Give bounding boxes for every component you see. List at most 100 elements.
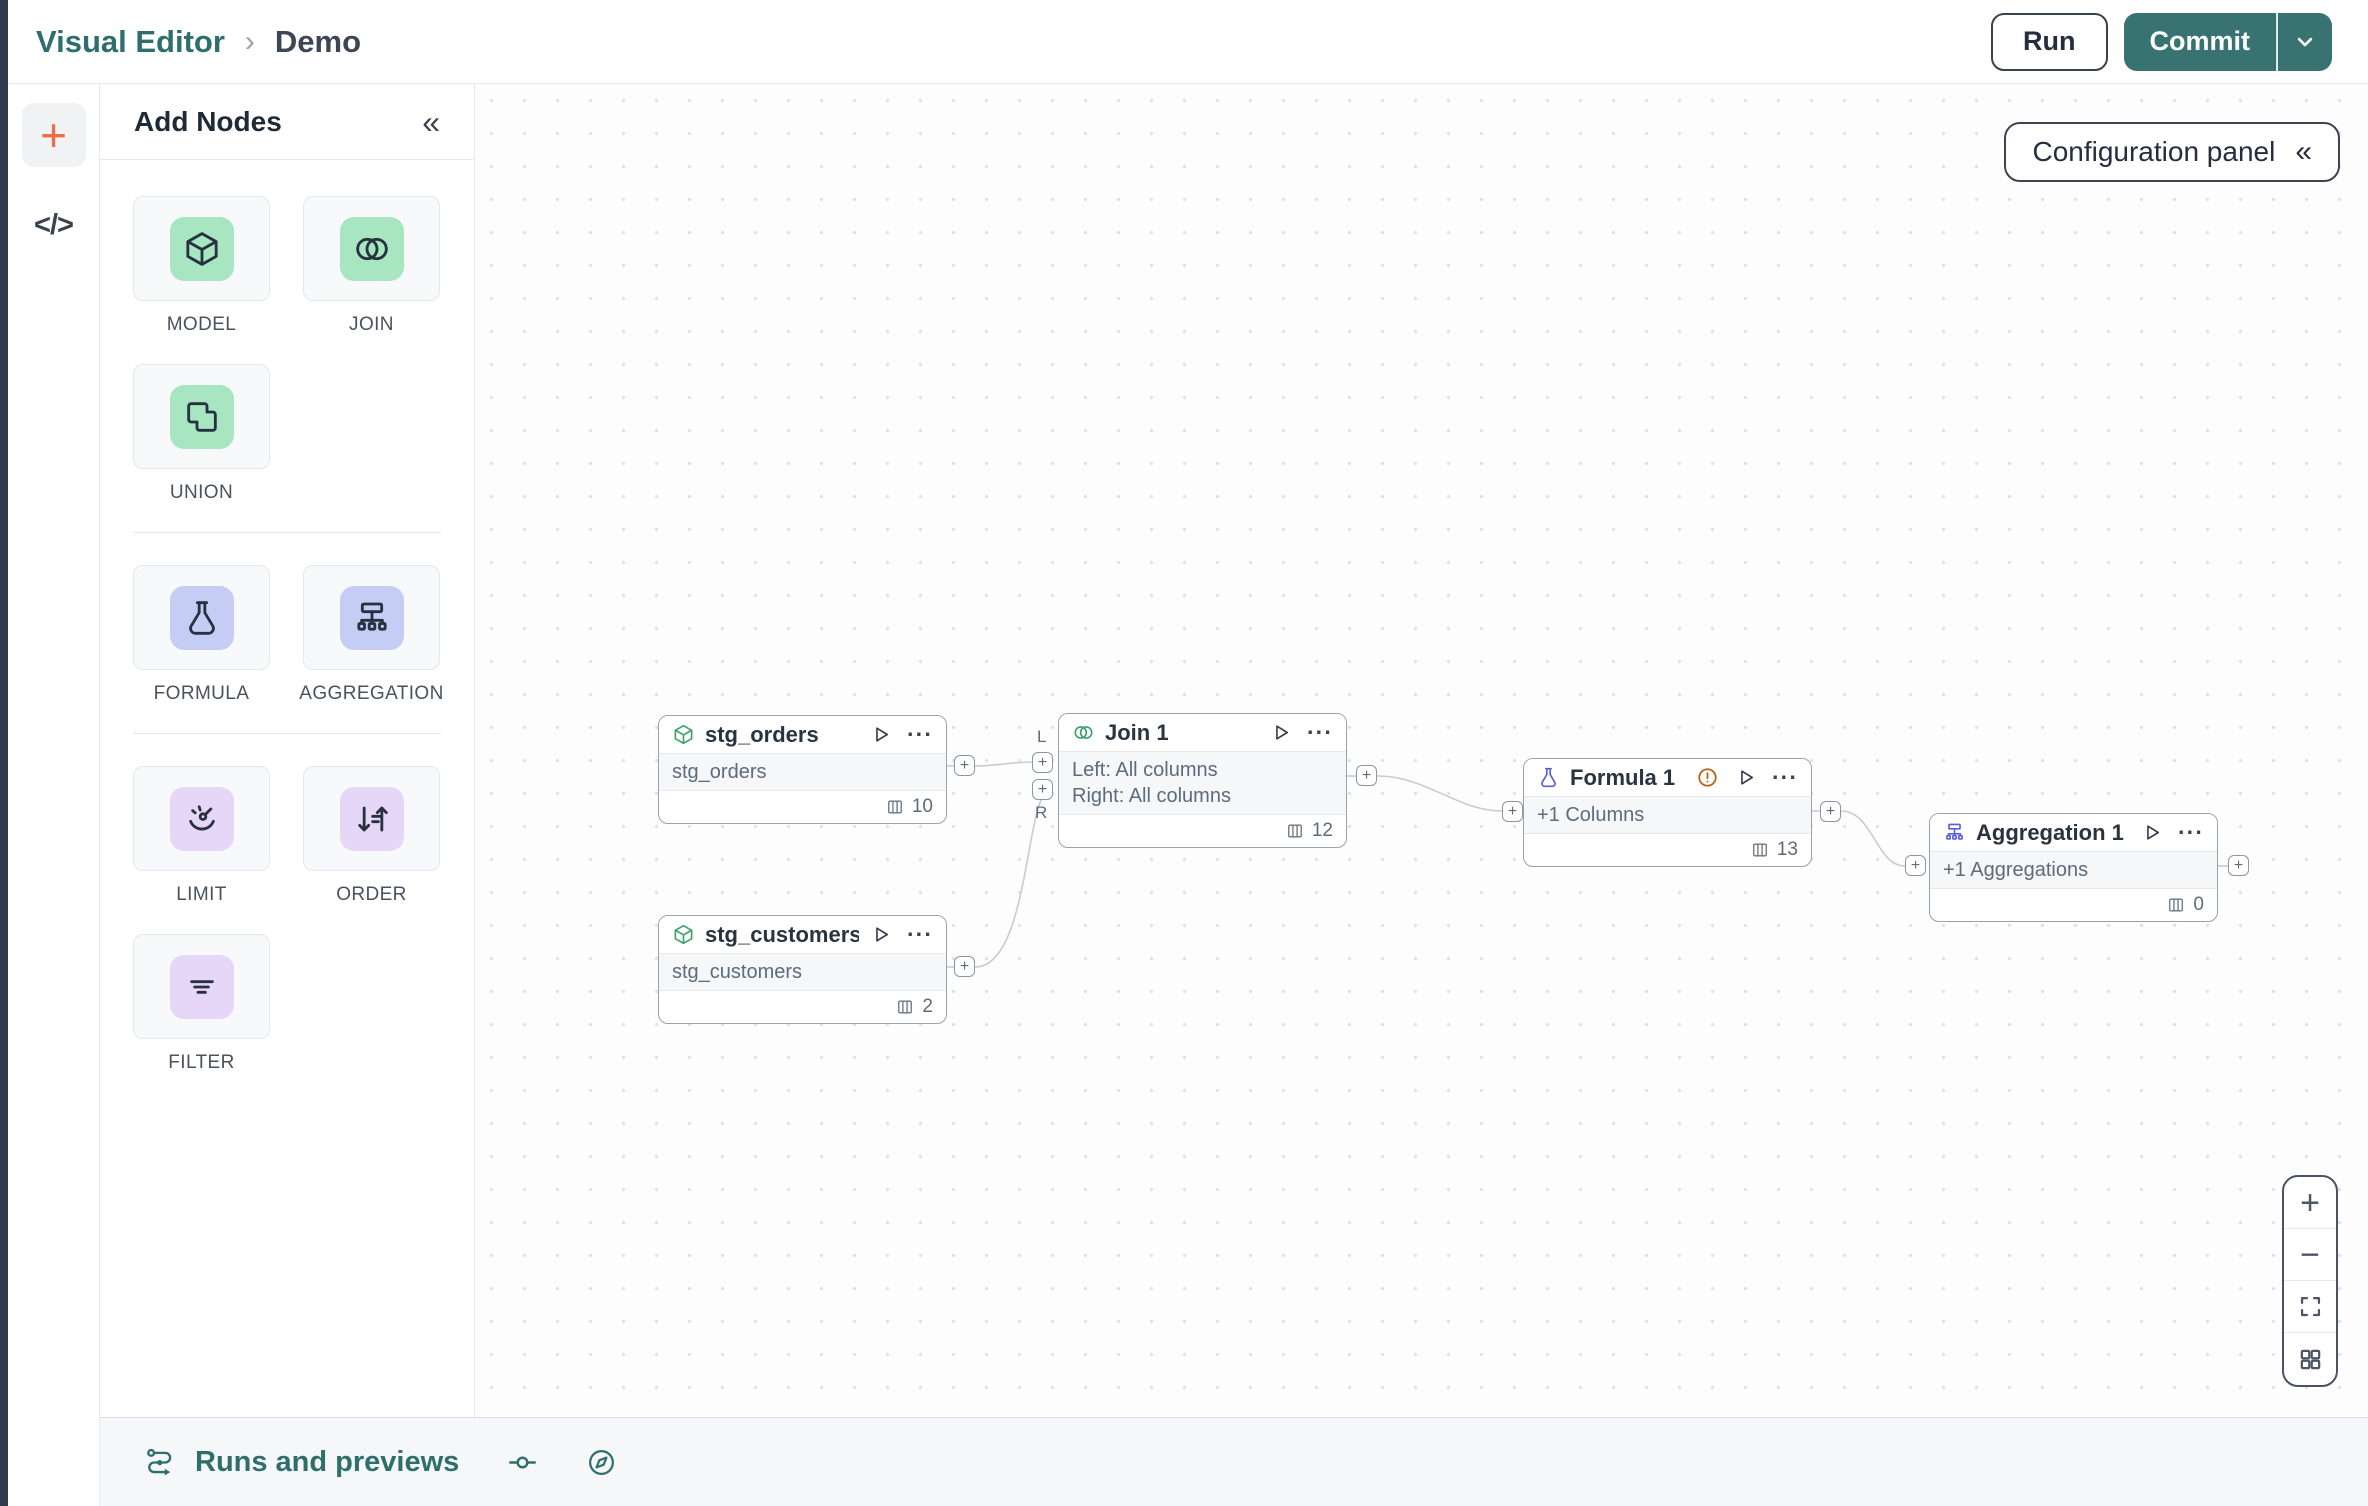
sort-icon: [357, 806, 388, 831]
tile-model-label: MODEL: [166, 314, 237, 335]
run-node-button[interactable]: [1734, 766, 1757, 789]
add-node-rail-button[interactable]: +: [21, 103, 86, 167]
cube-icon: [674, 724, 693, 745]
play-icon: [1276, 725, 1289, 740]
tile-limit[interactable]: LIMIT: [133, 766, 270, 906]
tile-order[interactable]: ORDER: [303, 766, 440, 906]
commit-button[interactable]: Commit: [2124, 13, 2277, 71]
add-nodes-title: Add Nodes: [134, 105, 282, 137]
zoom-out-button[interactable]: −: [2284, 1229, 2336, 1281]
add-nodes-header: Add Nodes «: [100, 84, 474, 160]
node-stg-orders[interactable]: stg_orders ··· stg_orders 10: [658, 715, 947, 824]
aggregation-summary: +1 Aggregations: [1943, 859, 2089, 881]
collapse-config-icon: «: [2295, 135, 2312, 168]
left-toolbar: + </>: [8, 84, 100, 1506]
port-aggregation-out[interactable]: +: [2228, 855, 2249, 876]
node-menu-button[interactable]: ···: [907, 723, 933, 746]
gauge-icon: [188, 804, 215, 830]
join-left-config: Left: All columns: [1072, 759, 1218, 781]
add-nodes-panel: Add Nodes « MODEL JOIN UNION FORMULA AGG…: [100, 84, 475, 1417]
run-node-button[interactable]: [2140, 821, 2163, 844]
tile-union[interactable]: UNION: [133, 364, 270, 504]
join-icon: [355, 237, 388, 260]
sitemap-icon: [1946, 823, 1963, 840]
formula-summary: +1 Columns: [1537, 804, 1645, 826]
port-stg-orders-out[interactable]: +: [954, 755, 975, 776]
join-right-port-label: R: [1035, 803, 1048, 822]
configuration-panel-button[interactable]: Configuration panel «: [2004, 122, 2340, 182]
compass-icon[interactable]: [586, 1447, 617, 1478]
columns-icon: [898, 1000, 913, 1014]
zoom-in-button[interactable]: +: [2284, 1177, 2336, 1229]
tile-aggregation[interactable]: AGGREGATION: [299, 565, 443, 705]
flow-canvas[interactable]: Configuration panel « stg_orders ··· stg…: [475, 84, 2368, 1417]
columns-icon: [1752, 843, 1767, 857]
port-join-out[interactable]: +: [1356, 765, 1377, 786]
columns-icon: [887, 800, 902, 814]
tiles-divider: [133, 532, 441, 533]
edge-orders-to-join: [974, 761, 1033, 767]
minimap-button[interactable]: [2284, 1333, 2336, 1385]
breadcrumb-current: Demo: [274, 23, 362, 59]
play-icon: [2147, 825, 2160, 840]
node-stg-customers[interactable]: stg_customers ··· stg_customers 2: [658, 915, 947, 1024]
sitemap-icon: [356, 602, 387, 631]
node-join-1[interactable]: Join 1 ··· Left: All columns Right: All …: [1058, 713, 1347, 848]
commit-split-button[interactable]: Commit: [2123, 12, 2332, 71]
column-count: 0: [2193, 894, 2204, 915]
commit-dropdown-button[interactable]: [2278, 13, 2332, 71]
tile-filter-label: FILTER: [168, 1052, 235, 1073]
port-formula-out[interactable]: +: [1820, 801, 1841, 822]
warning-icon: [1696, 766, 1719, 789]
collapsed-dark-sidebar: [0, 0, 8, 1506]
flask-icon: [1541, 767, 1556, 788]
node-aggregation-1[interactable]: Aggregation 1 ··· +1 Aggregations 0: [1929, 813, 2218, 922]
column-count: 13: [1776, 839, 1798, 860]
node-title: stg_customers: [705, 921, 860, 947]
run-node-button[interactable]: [869, 723, 892, 746]
cube-icon: [674, 924, 693, 945]
node-tiles: MODEL JOIN UNION FORMULA AGGREGATION LIM…: [100, 160, 474, 1074]
flask-icon: [188, 600, 215, 635]
git-commit-icon[interactable]: [507, 1447, 538, 1478]
tile-join[interactable]: JOIN: [303, 196, 440, 336]
run-button[interactable]: Run: [1991, 12, 2108, 71]
grid-icon: [2300, 1349, 2320, 1369]
node-menu-button[interactable]: ···: [2178, 821, 2204, 844]
port-aggregation-in[interactable]: +: [1905, 855, 1926, 876]
collapse-panel-icon[interactable]: «: [422, 106, 440, 138]
route-icon: [147, 1448, 172, 1476]
port-join-left-in[interactable]: +: [1032, 752, 1053, 773]
tiles-divider: [133, 733, 441, 734]
node-title: Join 1: [1105, 719, 1169, 745]
runs-and-previews-toggle[interactable]: Runs and previews: [144, 1446, 459, 1479]
code-view-button[interactable]: </>: [34, 209, 74, 242]
top-header: Visual Editor › Demo Run Commit: [8, 0, 2368, 84]
join-right-config: Right: All columns: [1072, 785, 1231, 807]
run-node-button[interactable]: [1269, 721, 1292, 744]
column-count: 12: [1311, 820, 1333, 841]
node-menu-button[interactable]: ···: [907, 923, 933, 946]
run-node-button[interactable]: [869, 923, 892, 946]
union-icon: [186, 401, 217, 432]
breadcrumb-visual-editor[interactable]: Visual Editor: [36, 24, 225, 60]
port-formula-in[interactable]: +: [1502, 801, 1523, 822]
configuration-panel-label: Configuration panel: [2032, 136, 2276, 167]
port-stg-customers-out[interactable]: +: [954, 956, 975, 977]
play-icon: [876, 727, 889, 742]
column-count: 2: [922, 996, 933, 1017]
fit-view-button[interactable]: [2284, 1281, 2336, 1333]
node-menu-button[interactable]: ···: [1307, 721, 1333, 744]
breadcrumb: Visual Editor › Demo: [36, 24, 361, 60]
node-menu-button[interactable]: ···: [1772, 766, 1798, 789]
bottom-bar: Runs and previews: [100, 1417, 2368, 1506]
edge-formula-to-aggregation: [1840, 810, 1906, 867]
zoom-controls: + −: [2282, 1175, 2338, 1387]
play-icon: [876, 927, 889, 942]
node-formula-1[interactable]: Formula 1 ··· +1 Columns 13: [1523, 758, 1812, 867]
tile-model[interactable]: MODEL: [133, 196, 270, 336]
tile-formula[interactable]: FORMULA: [133, 565, 270, 705]
runs-and-previews-label: Runs and previews: [195, 1445, 460, 1478]
port-join-right-in[interactable]: +: [1032, 779, 1053, 800]
tile-filter[interactable]: FILTER: [133, 934, 270, 1074]
